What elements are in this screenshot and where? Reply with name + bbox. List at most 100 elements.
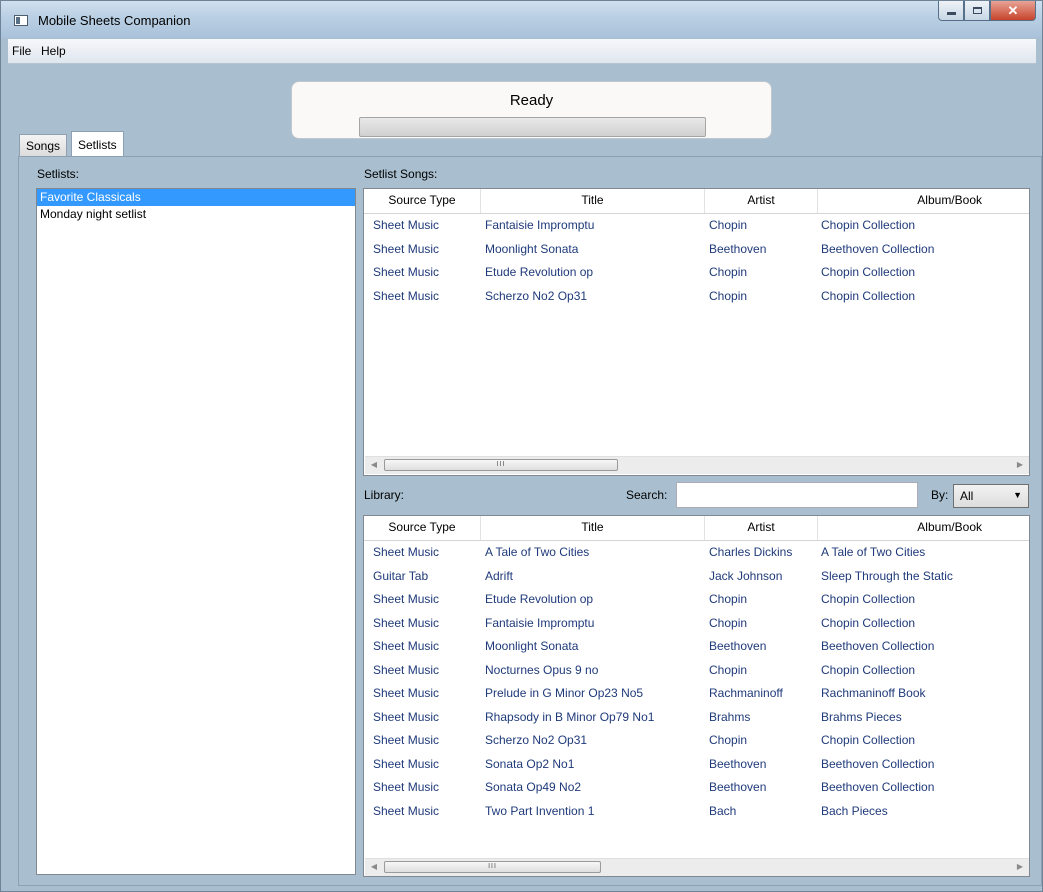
album-cell: Chopin Collection — [821, 615, 916, 630]
artist-cell: Beethoven — [709, 241, 767, 256]
title-cell: Fantaisie Impromptu — [485, 218, 595, 232]
album-cell: Chopin Collection — [821, 265, 916, 279]
search-by-value: All — [960, 489, 974, 503]
title-cell: Etude Revolution op — [485, 265, 594, 279]
maximize-button[interactable] — [964, 1, 990, 21]
artist-cell: Beethoven — [709, 780, 767, 794]
title-cell: Two Part Invention 1 — [485, 803, 595, 818]
search-by-select[interactable]: All ▼ — [953, 484, 1029, 508]
table-row[interactable]: Sheet Music Etude Revolution op Chopin Chop… — [364, 588, 1029, 612]
title-cell: Rhapsody in B Minor Op79 No1 — [485, 709, 655, 724]
artist-cell: Bach — [709, 803, 737, 818]
source-type-cell: Sheet Music — [373, 803, 440, 818]
table-row[interactable]: Guitar Tab Adrift Jack Johnson Sleep Throug… — [364, 565, 1029, 589]
scroll-left-icon[interactable]: ◀ — [367, 862, 381, 871]
table-row[interactable]: Sheet Music Sonata Op49 No2 Beethoven Beeth… — [364, 776, 1029, 800]
title-cell: Nocturnes Opus 9 no — [485, 662, 599, 677]
search-label: Search: — [626, 488, 668, 502]
close-icon: ✕ — [1007, 2, 1019, 18]
library-hscroll[interactable]: ◀ III ▶ — [365, 858, 1029, 876]
window-title: Mobile Sheets Companion — [38, 13, 191, 28]
list-item[interactable]: Favorite Classicals — [37, 189, 355, 206]
album-cell: Brahms Pieces — [821, 709, 902, 724]
artist-cell: Jack Johnson — [709, 568, 783, 583]
table-row[interactable]: Sheet Music Scherzo No2 Op31 Chopin Chopin … — [364, 729, 1029, 753]
scroll-thumb[interactable]: III — [384, 459, 618, 471]
title-cell: Scherzo No2 Op31 — [485, 733, 588, 747]
setlists-items: Favorite Classicals Monday night setlist — [37, 189, 355, 223]
column-header-artist[interactable]: Artist — [705, 516, 818, 540]
table-row[interactable]: Sheet Music Moonlight Sonata Beethoven Beet… — [364, 238, 1029, 262]
artist-cell: Chopin — [709, 265, 748, 279]
title-cell: Scherzo No2 Op31 — [485, 288, 588, 303]
column-header-album[interactable]: Album/Book — [818, 189, 1029, 213]
scroll-thumb[interactable]: III — [384, 861, 601, 873]
source-type-cell: Sheet Music — [373, 733, 440, 747]
table-row[interactable]: Sheet Music Scherzo No2 Op31 Chopin Chopin … — [364, 285, 1029, 309]
artist-cell: Chopin — [709, 592, 748, 606]
title-cell: Sonata Op2 No1 — [485, 756, 575, 771]
setlist-songs-label: Setlist Songs: — [364, 167, 438, 181]
artist-cell: Beethoven — [709, 756, 767, 771]
album-cell: Rachmaninoff Book — [821, 686, 926, 700]
scroll-left-icon[interactable]: ◀ — [367, 460, 381, 469]
scroll-right-icon[interactable]: ▶ — [1013, 460, 1027, 469]
menu-file[interactable]: File — [12, 44, 31, 58]
column-header-source-type[interactable]: Source Type — [364, 189, 481, 213]
table-row[interactable]: Sheet Music Fantaisie Impromptu Chopin Chop… — [364, 612, 1029, 636]
title-cell: Moonlight Sonata — [485, 241, 579, 256]
table-row[interactable]: Sheet Music Two Part Invention 1 Bach Bach … — [364, 800, 1029, 824]
title-cell: Prelude in G Minor Op23 No5 — [485, 686, 644, 700]
list-item[interactable]: Monday night setlist — [37, 206, 355, 223]
table-row[interactable]: Sheet Music Sonata Op2 No1 Beethoven Beetho… — [364, 753, 1029, 777]
album-cell: Chopin Collection — [821, 218, 916, 232]
table-row[interactable]: Sheet Music A Tale of Two Cities Charles D… — [364, 541, 1029, 565]
table-row[interactable]: Sheet Music Rhapsody in B Minor Op79 No1 B… — [364, 706, 1029, 730]
scroll-right-icon[interactable]: ▶ — [1013, 862, 1027, 871]
library-header: Source Type Title Artist Album/Book — [364, 516, 1029, 541]
artist-cell: Chopin — [709, 662, 748, 677]
title-bar[interactable]: Mobile Sheets Companion ✕ — [1, 1, 1042, 38]
column-header-artist[interactable]: Artist — [705, 189, 818, 213]
tab-setlists[interactable]: Setlists — [71, 131, 124, 157]
artist-cell: Chopin — [709, 615, 748, 630]
source-type-cell: Sheet Music — [373, 615, 440, 630]
status-panel: Ready — [291, 81, 772, 139]
artist-cell: Charles Dickins — [709, 545, 793, 559]
library-grid[interactable]: Source Type Title Artist Album/Book Shee… — [363, 515, 1030, 877]
source-type-cell: Sheet Music — [373, 639, 440, 653]
column-header-title[interactable]: Title — [481, 516, 705, 540]
library-label: Library: — [364, 488, 405, 502]
app-icon — [14, 15, 28, 26]
source-type-cell: Sheet Music — [373, 756, 440, 771]
source-type-cell: Sheet Music — [373, 265, 440, 279]
column-header-title[interactable]: Title — [481, 189, 705, 213]
album-cell: Chopin Collection — [821, 662, 916, 677]
source-type-cell: Sheet Music — [373, 686, 440, 700]
artist-cell: Chopin — [709, 733, 748, 747]
close-button[interactable]: ✕ — [990, 1, 1036, 21]
column-header-source-type[interactable]: Source Type — [364, 516, 481, 540]
table-row[interactable]: Sheet Music Nocturnes Opus 9 no Chopin Chop… — [364, 659, 1029, 683]
setlist-songs-header: Source Type Title Artist Album/Book — [364, 189, 1029, 214]
column-header-album[interactable]: Album/Book — [818, 516, 1029, 540]
table-row[interactable]: Sheet Music Etude Revolution op Chopin Chop… — [364, 261, 1029, 285]
tab-songs[interactable]: Songs — [19, 134, 68, 156]
source-type-cell: Sheet Music — [373, 780, 440, 794]
table-row[interactable]: Sheet Music Fantaisie Impromptu Chopin Chop… — [364, 214, 1029, 238]
source-type-cell: Sheet Music — [373, 662, 440, 677]
setlist-songs-grid[interactable]: Source Type Title Artist Album/Book Shee… — [363, 188, 1030, 476]
source-type-cell: Sheet Music — [373, 288, 440, 303]
setlist-songs-rows: Sheet Music Fantaisie Impromptu Chopin Chop… — [364, 214, 1029, 308]
menu-bar: File Help — [8, 39, 1036, 64]
menu-help[interactable]: Help — [41, 44, 66, 58]
search-input[interactable] — [676, 482, 918, 508]
artist-cell: Chopin — [709, 218, 748, 232]
table-row[interactable]: Sheet Music Moonlight Sonata Beethoven Beet… — [364, 635, 1029, 659]
title-cell: Moonlight Sonata — [485, 639, 579, 653]
table-row[interactable]: Sheet Music Prelude in G Minor Op23 No5 Ra… — [364, 682, 1029, 706]
setlists-list[interactable]: Favorite Classicals Monday night setlist — [36, 188, 356, 875]
setlist-songs-hscroll[interactable]: ◀ III ▶ — [365, 456, 1029, 474]
minimize-button[interactable] — [938, 1, 964, 21]
album-cell: Bach Pieces — [821, 803, 888, 818]
